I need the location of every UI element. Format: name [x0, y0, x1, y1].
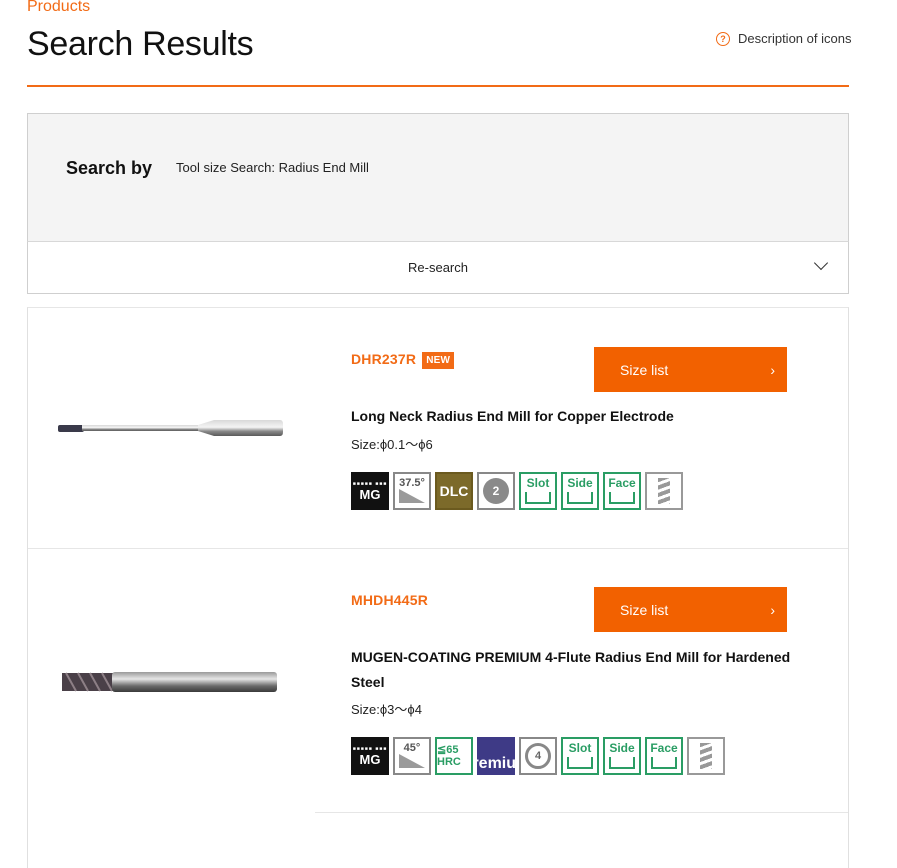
search-by-label: Search by [66, 158, 153, 178]
angle-text: 37.5° [399, 477, 425, 489]
side-icon: Side [603, 737, 641, 775]
feature-icons: ■■■■■ ■■■MG 45° ≦65 HRC ∞ Premium 4 Slot… [351, 737, 725, 775]
chevron-right-icon: › [770, 601, 775, 618]
icon-description-label: Description of icons [738, 31, 852, 46]
icon-description-link[interactable]: ? Description of icons [716, 31, 851, 46]
premium-coating-icon: ∞ Premium [477, 737, 515, 775]
mg-icon-text: MG [359, 486, 381, 502]
question-icon: ? [716, 31, 730, 46]
dlc-text: DLC [439, 483, 469, 499]
size-list-button[interactable]: Size list › [594, 587, 787, 632]
header-divider [27, 85, 849, 87]
page-title: Search Results [27, 25, 254, 63]
slot-icon: Slot [561, 737, 599, 775]
feature-icons: ■■■■■ ■■■ MG 37.5° DLC 2 Slot Side Face [351, 472, 683, 510]
product-name[interactable]: MUGEN-COATING PREMIUM 4-Flute Radius End… [351, 645, 821, 695]
slot-text: Slot [526, 476, 550, 490]
chevron-right-icon: › [770, 361, 775, 378]
size-list-button[interactable]: Size list › [594, 347, 787, 392]
product-name[interactable]: Long Neck Radius End Mill for Copper Ele… [351, 404, 821, 429]
flute-count: 4 [525, 743, 551, 769]
helix-angle-37-5-icon: 37.5° [393, 472, 431, 510]
product-size: Size:ϕ3～ϕ4 [351, 702, 422, 717]
size-list-label: Size list [620, 601, 669, 618]
end-mill-shape-icon [645, 472, 683, 510]
side-text: Side [567, 476, 593, 490]
results-list: DHR237R NEW Size list › Long Neck Radius … [27, 307, 849, 868]
breadcrumb-products[interactable]: Products [27, 0, 90, 16]
product-image-mhdh445r[interactable] [62, 669, 280, 695]
slot-text: Slot [568, 741, 592, 755]
end-mill-shape-icon [687, 737, 725, 775]
side-text: Side [609, 741, 635, 755]
face-icon: Face [603, 472, 641, 510]
hrc-text: ≦65 HRC [437, 744, 461, 768]
product-card: DHR237R NEW Size list › Long Neck Radius … [28, 308, 848, 549]
slot-icon: Slot [519, 472, 557, 510]
face-icon: Face [645, 737, 683, 775]
flute-count: 2 [483, 478, 509, 504]
hrc-65-icon: ≦65 HRC [435, 737, 473, 775]
search-conditions-panel: Search by Tool size Search: Radius End M… [27, 113, 849, 243]
face-text: Face [608, 476, 636, 490]
premium-text: ∞ Premium [477, 755, 515, 772]
two-flute-icon: 2 [477, 472, 515, 510]
angle-text: 45° [403, 742, 421, 754]
product-size: Size:ϕ0.1～ϕ6 [351, 437, 433, 452]
search-condition-value: Tool size Search: Radius End Mill [176, 160, 369, 175]
face-text: Face [650, 741, 678, 755]
row-divider [315, 812, 848, 813]
new-badge: NEW [422, 352, 455, 369]
four-flute-icon: 4 [519, 737, 557, 775]
product-card: MHDH445R Size list › MUGEN-COATING PREMI… [28, 549, 848, 812]
size-list-label: Size list [620, 361, 669, 378]
research-toggle[interactable]: Re-search [27, 241, 849, 294]
mg-icon: ■■■■■ ■■■ MG [351, 737, 389, 775]
product-code[interactable]: DHR237R NEW [351, 351, 455, 369]
product-code-text[interactable]: MHDH445R [351, 592, 428, 608]
product-image-dhr237r[interactable] [58, 416, 284, 440]
product-code[interactable]: MHDH445R [351, 592, 428, 608]
research-label: Re-search [408, 260, 468, 275]
product-code-text[interactable]: DHR237R [351, 351, 416, 367]
side-icon: Side [561, 472, 599, 510]
mg-icon: ■■■■■ ■■■ MG [351, 472, 389, 510]
helix-angle-45-icon: 45° [393, 737, 431, 775]
dlc-coating-icon: DLC [435, 472, 473, 510]
mg-icon-text: MG [359, 751, 381, 767]
